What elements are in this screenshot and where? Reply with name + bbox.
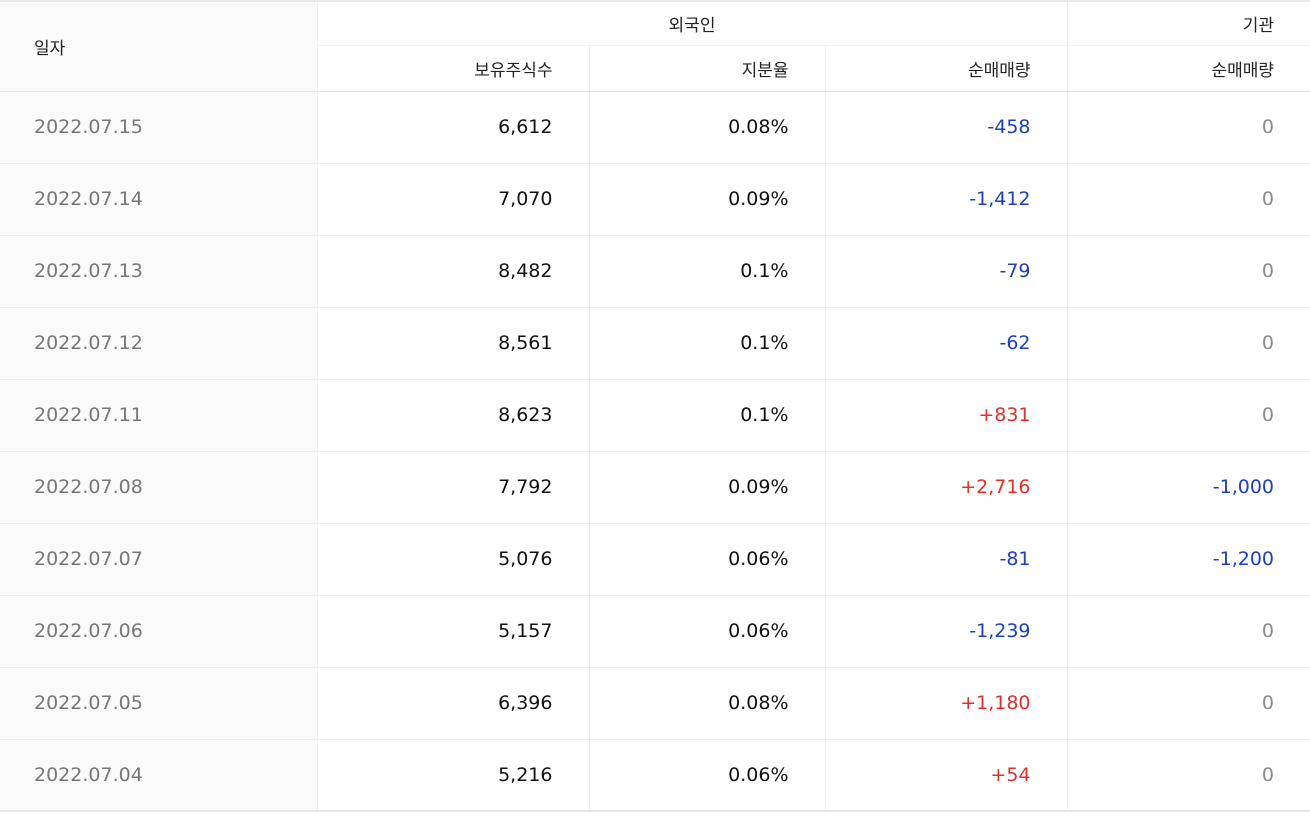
foreign-net-cell: +54 (825, 739, 1068, 812)
institution-net-cell: 0 (1067, 667, 1310, 740)
institution-net-cell: 0 (1067, 307, 1310, 380)
holdings-cell: 5,076 (317, 523, 590, 596)
holdings-cell: 8,623 (317, 379, 590, 452)
holdings-cell: 5,216 (317, 739, 590, 812)
institution-net-cell: 0 (1067, 235, 1310, 308)
institution-net-cell: 0 (1067, 379, 1310, 452)
institution-net-cell: 0 (1067, 595, 1310, 668)
table-row: 2022.07.12 8,561 0.1% -62 0 (0, 307, 1310, 380)
date-cell: 2022.07.12 (0, 307, 318, 380)
ratio-cell: 0.06% (589, 523, 826, 596)
ratio-cell: 0.08% (589, 667, 826, 740)
ratio-cell: 0.1% (589, 235, 826, 308)
holdings-cell: 6,612 (317, 91, 590, 164)
holdings-cell: 5,157 (317, 595, 590, 668)
foreign-net-column-header: 순매매량 (825, 44, 1068, 92)
foreign-group-header: 외국인 (317, 0, 1068, 45)
institution-net-cell: -1,000 (1067, 451, 1310, 524)
foreign-net-cell: -1,239 (825, 595, 1068, 668)
ratio-cell: 0.08% (589, 91, 826, 164)
foreign-net-cell: -81 (825, 523, 1068, 596)
foreign-net-cell: -62 (825, 307, 1068, 380)
date-cell: 2022.07.13 (0, 235, 318, 308)
holdings-column-header: 보유주식수 (317, 44, 590, 92)
ratio-cell: 0.1% (589, 307, 826, 380)
date-column-header: 일자 (0, 0, 318, 92)
header-row-groups: 일자 외국인 기관 (0, 0, 1310, 92)
date-cell: 2022.07.04 (0, 739, 318, 812)
institution-group-header: 기관 (1067, 0, 1310, 45)
institution-net-cell: 0 (1067, 739, 1310, 812)
date-cell: 2022.07.11 (0, 379, 318, 452)
date-cell: 2022.07.06 (0, 595, 318, 668)
holdings-cell: 8,482 (317, 235, 590, 308)
holdings-cell: 7,070 (317, 163, 590, 236)
table-row: 2022.07.07 5,076 0.06% -81 -1,200 (0, 523, 1310, 596)
table-row: 2022.07.08 7,792 0.09% +2,716 -1,000 (0, 451, 1310, 524)
table-row: 2022.07.13 8,482 0.1% -79 0 (0, 235, 1310, 308)
foreign-net-cell: +831 (825, 379, 1068, 452)
institution-net-cell: -1,200 (1067, 523, 1310, 596)
institution-net-cell: 0 (1067, 163, 1310, 236)
table-row: 2022.07.14 7,070 0.09% -1,412 0 (0, 163, 1310, 236)
table-row: 2022.07.11 8,623 0.1% +831 0 (0, 379, 1310, 452)
holdings-cell: 8,561 (317, 307, 590, 380)
foreign-net-cell: +2,716 (825, 451, 1068, 524)
date-cell: 2022.07.07 (0, 523, 318, 596)
date-cell: 2022.07.08 (0, 451, 318, 524)
ratio-column-header: 지분율 (589, 44, 826, 92)
date-cell: 2022.07.05 (0, 667, 318, 740)
holdings-cell: 7,792 (317, 451, 590, 524)
ratio-cell: 0.09% (589, 451, 826, 524)
holdings-cell: 6,396 (317, 667, 590, 740)
table-body: 2022.07.15 6,612 0.08% -458 0 2022.07.14 7,070… (0, 91, 1310, 812)
table-row: 2022.07.06 5,157 0.06% -1,239 0 (0, 595, 1310, 668)
date-cell: 2022.07.15 (0, 91, 318, 164)
institution-net-cell: 0 (1067, 91, 1310, 164)
foreign-net-cell: +1,180 (825, 667, 1068, 740)
ratio-cell: 0.06% (589, 739, 826, 812)
table-row: 2022.07.04 5,216 0.06% +54 0 (0, 739, 1310, 812)
foreign-net-cell: -458 (825, 91, 1068, 164)
institution-net-column-header: 순매매량 (1067, 44, 1310, 92)
ratio-cell: 0.1% (589, 379, 826, 452)
investor-trading-table: 일자 외국인 기관 보유주식수 지분율 순매매량 순매매량 2022.07.15… (0, 0, 1310, 812)
foreign-net-cell: -1,412 (825, 163, 1068, 236)
table-row: 2022.07.05 6,396 0.08% +1,180 0 (0, 667, 1310, 740)
date-cell: 2022.07.14 (0, 163, 318, 236)
table-row: 2022.07.15 6,612 0.08% -458 0 (0, 91, 1310, 164)
foreign-net-cell: -79 (825, 235, 1068, 308)
table-header: 일자 외국인 기관 보유주식수 지분율 순매매량 순매매량 (0, 0, 1310, 92)
ratio-cell: 0.06% (589, 595, 826, 668)
ratio-cell: 0.09% (589, 163, 826, 236)
